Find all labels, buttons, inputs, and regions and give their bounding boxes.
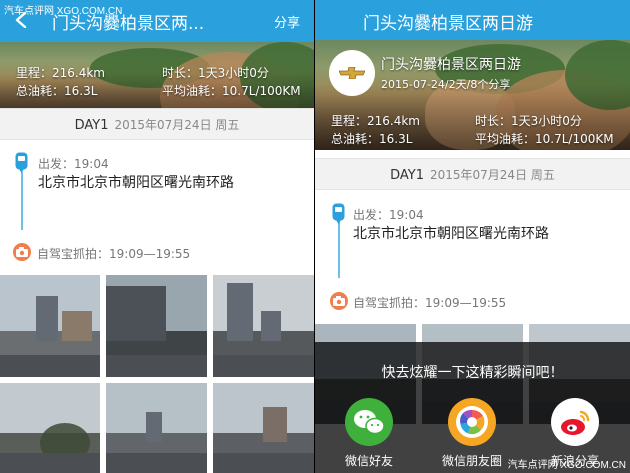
wechat-icon bbox=[345, 398, 393, 446]
photo-thumbnail[interactable] bbox=[106, 383, 207, 473]
brand-logo bbox=[329, 50, 375, 96]
camera-icon bbox=[13, 243, 31, 261]
duration-stat: 时长：1天3小时0分 bbox=[162, 66, 269, 80]
trip-share-screen: 门头沟爨柏景区两日游 门头沟爨柏景区两日游 2015-07-24/2天/8个分享… bbox=[315, 0, 630, 473]
share-wechat-friend-button[interactable]: 微信好友 bbox=[329, 398, 409, 469]
trip-hero-image: 门头沟爨柏景区两日游 2015-07-24/2天/8个分享 里程：216.4km… bbox=[315, 40, 630, 150]
nav-bar: 汽车点评网 XGO.COM.CN 门头沟爨柏景区两... 分享 bbox=[0, 0, 314, 42]
share-prompt: 快去炫耀一下这精彩瞬间吧！ bbox=[381, 365, 564, 381]
share-option-label: 微信朋友圈 bbox=[441, 454, 502, 468]
back-arrow-icon[interactable] bbox=[14, 12, 28, 28]
wechat-moments-icon bbox=[448, 398, 496, 446]
nav-bar: 门头沟爨柏景区两日游 bbox=[315, 0, 630, 42]
capture-time: 自驾宝抓拍：19:09—19:55 bbox=[37, 247, 191, 261]
trip-detail-screen: 里程：216.4km 时长：1天3小时0分 总油耗：16.3L 平均油耗：10.… bbox=[0, 0, 314, 473]
nav-title: 门头沟爨柏景区两... bbox=[52, 14, 205, 34]
capture-time: 自驾宝抓拍：19:09—19:55 bbox=[353, 296, 507, 310]
watermark: 汽车点评网 XGO.COM.CN bbox=[507, 460, 626, 471]
timeline-line bbox=[338, 222, 340, 278]
camera-icon bbox=[330, 292, 348, 310]
share-option-label: 微信好友 bbox=[344, 454, 393, 468]
photo-thumbnail[interactable] bbox=[106, 275, 207, 377]
day-header: DAY1 2015年07月24日 周五 bbox=[315, 158, 630, 190]
fuel-avg-stat: 平均油耗：10.7L/100KM bbox=[162, 84, 301, 98]
depart-time: 出发：19:04 bbox=[38, 157, 109, 171]
photo-thumbnail[interactable] bbox=[0, 275, 100, 377]
day-label: DAY1 bbox=[390, 168, 424, 183]
duration-stat: 时长：1天3小时0分 bbox=[475, 114, 582, 128]
trip-subtitle: 2015-07-24/2天/8个分享 bbox=[381, 78, 511, 91]
timeline-line bbox=[21, 172, 23, 230]
weibo-icon bbox=[551, 398, 599, 446]
share-wechat-moments-button[interactable]: 微信朋友圈 bbox=[432, 398, 512, 469]
fuel-total-stat: 总油耗：16.3L bbox=[16, 84, 98, 98]
car-pin-icon bbox=[15, 152, 28, 173]
photo-thumbnail[interactable] bbox=[213, 383, 314, 473]
chevrolet-bowtie-icon bbox=[339, 67, 365, 79]
depart-address: 北京市北京市朝阳区曙光南环路 bbox=[353, 226, 549, 242]
day-date: 2015年07月24日 周五 bbox=[429, 168, 555, 182]
share-button[interactable]: 分享 bbox=[274, 12, 300, 31]
car-pin-icon bbox=[332, 203, 345, 224]
photo-thumbnail[interactable] bbox=[213, 275, 314, 377]
photo-grid bbox=[0, 275, 314, 473]
share-sheet: 快去炫耀一下这精彩瞬间吧！ 微信好友 微信朋友圈 新浪分享 汽车点评网 XGO.… bbox=[315, 342, 630, 473]
fuel-avg-stat: 平均油耗：10.7L/100KM bbox=[475, 132, 614, 146]
photo-thumbnail[interactable] bbox=[0, 383, 100, 473]
nav-title: 门头沟爨柏景区两日游 bbox=[363, 14, 533, 34]
distance-stat: 里程：216.4km bbox=[331, 114, 420, 128]
depart-time: 出发：19:04 bbox=[353, 208, 424, 222]
distance-stat: 里程：216.4km bbox=[16, 66, 105, 80]
trip-title: 门头沟爨柏景区两日游 bbox=[381, 57, 521, 73]
day-date: 2015年07月24日 周五 bbox=[114, 118, 240, 132]
depart-address: 北京市北京市朝阳区曙光南环路 bbox=[38, 175, 234, 191]
fuel-total-stat: 总油耗：16.3L bbox=[331, 132, 413, 146]
day-label: DAY1 bbox=[74, 118, 109, 133]
day-header: DAY1 2015年07月24日 周五 bbox=[0, 108, 314, 140]
